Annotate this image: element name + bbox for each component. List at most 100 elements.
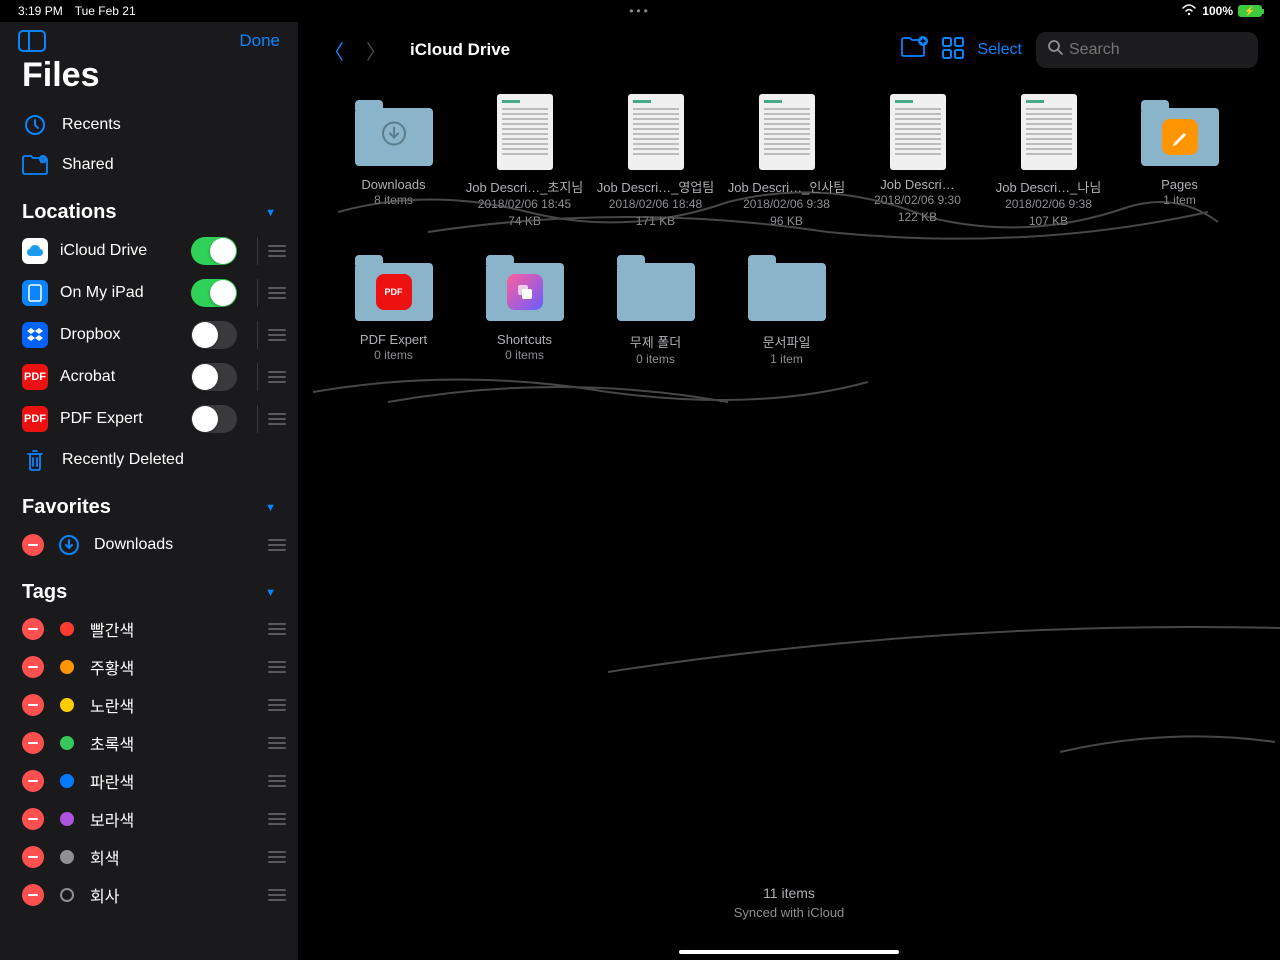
toggle-switch[interactable]: [191, 279, 237, 307]
location-icon: PDF: [22, 364, 48, 390]
item-meta: 2018/02/06 18:48171 KB: [609, 196, 702, 230]
remove-icon[interactable]: [22, 770, 44, 792]
sidebar-recently-deleted[interactable]: Recently Deleted: [0, 440, 298, 480]
drag-handle-icon[interactable]: [268, 371, 286, 383]
document-item[interactable]: Job Descri… 2018/02/06 9:30122 KB: [852, 93, 983, 230]
drag-handle-icon[interactable]: [268, 413, 286, 425]
folder-item[interactable]: Downloads 8 items: [328, 93, 459, 230]
remove-icon[interactable]: [22, 884, 44, 906]
path-title[interactable]: iCloud Drive: [410, 40, 886, 60]
doc-thumbnail: [748, 93, 826, 171]
tag-color-icon: [56, 884, 78, 906]
toggle-switch[interactable]: [191, 405, 237, 433]
folder-item[interactable]: Pages 1 item: [1114, 93, 1245, 230]
location-icon: [22, 238, 48, 264]
tag-row[interactable]: 회사: [0, 876, 298, 914]
item-meta: 2018/02/06 9:3896 KB: [743, 196, 830, 230]
sidebar-shared[interactable]: 👤 Shared: [0, 145, 298, 185]
remove-icon[interactable]: [22, 808, 44, 830]
location-row[interactable]: PDF PDF Expert: [0, 398, 298, 440]
document-item[interactable]: Job Descri…_인사팀 2018/02/06 9:3896 KB: [721, 93, 852, 230]
folder-item[interactable]: 무제 폴더 0 items: [590, 248, 721, 368]
document-item[interactable]: Job Descri…_초지님 2018/02/06 18:4574 KB: [459, 93, 590, 230]
status-bar: 3:19 PM Tue Feb 21 ••• 100% ⚡: [0, 0, 1280, 22]
tag-row[interactable]: 보라색: [0, 800, 298, 838]
item-meta: 0 items: [636, 351, 675, 368]
folder-item[interactable]: PDF PDF Expert 0 items: [328, 248, 459, 368]
drag-handle-icon[interactable]: [268, 329, 286, 341]
drag-handle-icon[interactable]: [268, 737, 286, 749]
document-item[interactable]: Job Descri…_영업팀 2018/02/06 18:48171 KB: [590, 93, 721, 230]
home-indicator[interactable]: [679, 950, 899, 954]
item-name: 문서파일: [763, 332, 811, 351]
toggle-switch[interactable]: [191, 321, 237, 349]
folder-thumbnail: [355, 93, 433, 171]
doc-thumbnail: [879, 93, 957, 171]
remove-icon[interactable]: [22, 618, 44, 640]
item-name: Shortcuts: [497, 332, 552, 347]
tag-color-icon: [56, 618, 78, 640]
drag-handle-icon[interactable]: [268, 245, 286, 257]
sidebar-toggle-icon[interactable]: [18, 30, 46, 52]
remove-icon[interactable]: [22, 732, 44, 754]
location-row[interactable]: On My iPad: [0, 272, 298, 314]
tag-row[interactable]: 주황색: [0, 648, 298, 686]
remove-icon[interactable]: [22, 534, 44, 556]
tag-color-icon: [56, 694, 78, 716]
location-icon: [22, 322, 48, 348]
search-input[interactable]: [1069, 41, 1246, 59]
item-meta: 2018/02/06 9:38107 KB: [1005, 196, 1092, 230]
drag-handle-icon[interactable]: [268, 775, 286, 787]
sidebar-title: Files: [0, 56, 298, 105]
favorite-downloads[interactable]: Downloads: [0, 525, 298, 565]
toggle-switch[interactable]: [191, 363, 237, 391]
tag-row[interactable]: 빨간색: [0, 610, 298, 648]
folder-item[interactable]: 문서파일 1 item: [721, 248, 852, 368]
locations-header[interactable]: Locations ▼: [0, 185, 298, 230]
favorites-header[interactable]: Favorites ▼: [0, 480, 298, 525]
item-name: 무제 폴더: [630, 332, 681, 351]
toggle-switch[interactable]: [191, 237, 237, 265]
drag-handle-icon[interactable]: [268, 661, 286, 673]
tags-header[interactable]: Tags ▼: [0, 565, 298, 610]
tag-row[interactable]: 노란색: [0, 686, 298, 724]
item-name: Job Descri…_나님: [996, 177, 1102, 196]
drag-handle-icon[interactable]: [268, 539, 286, 551]
remove-icon[interactable]: [22, 846, 44, 868]
multitask-dots[interactable]: •••: [629, 4, 651, 18]
tag-row[interactable]: 초록색: [0, 724, 298, 762]
item-name: Downloads: [361, 177, 425, 192]
nav-back-icon[interactable]: 〈: [320, 36, 348, 65]
drag-handle-icon[interactable]: [268, 699, 286, 711]
item-meta: 1 item: [770, 351, 803, 368]
location-row[interactable]: Dropbox: [0, 314, 298, 356]
done-button[interactable]: Done: [239, 31, 280, 51]
location-row[interactable]: iCloud Drive: [0, 230, 298, 272]
folder-item[interactable]: Shortcuts 0 items: [459, 248, 590, 368]
chevron-down-icon: ▼: [265, 587, 276, 599]
tag-row[interactable]: 파란색: [0, 762, 298, 800]
search-box[interactable]: [1036, 32, 1258, 68]
drag-handle-icon[interactable]: [268, 851, 286, 863]
remove-icon[interactable]: [22, 656, 44, 678]
select-button[interactable]: Select: [978, 41, 1022, 59]
document-item[interactable]: Job Descri…_나님 2018/02/06 9:38107 KB: [983, 93, 1114, 230]
drag-handle-icon[interactable]: [268, 813, 286, 825]
folder-thumbnail: PDF: [355, 248, 433, 326]
drag-handle-icon[interactable]: [268, 889, 286, 901]
sidebar: Done Files Recents 👤 Shared Locations ▼ …: [0, 22, 298, 960]
drag-handle-icon[interactable]: [268, 623, 286, 635]
new-folder-icon[interactable]: [900, 36, 928, 64]
battery-icon: ⚡: [1238, 5, 1262, 17]
doc-thumbnail: [617, 93, 695, 171]
item-name: Pages: [1161, 177, 1198, 192]
status-date: Tue Feb 21: [75, 4, 136, 18]
location-row[interactable]: PDF Acrobat: [0, 356, 298, 398]
item-meta: 2018/02/06 9:30122 KB: [874, 192, 961, 226]
tag-row[interactable]: 회색: [0, 838, 298, 876]
nav-forward-icon: 〉: [362, 36, 390, 65]
remove-icon[interactable]: [22, 694, 44, 716]
sidebar-recents[interactable]: Recents: [0, 105, 298, 145]
drag-handle-icon[interactable]: [268, 287, 286, 299]
view-mode-icon[interactable]: [942, 37, 964, 64]
